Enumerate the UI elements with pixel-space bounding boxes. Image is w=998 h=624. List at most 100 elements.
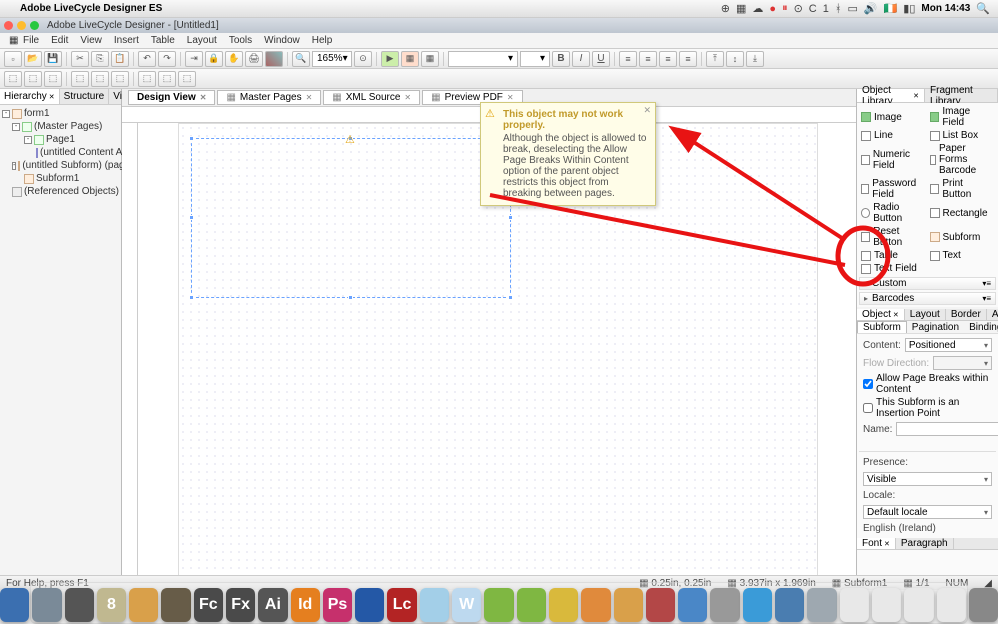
dock-app-icon[interactable] — [904, 588, 933, 622]
spotlight-icon[interactable]: 🔍 — [976, 2, 990, 15]
dock-app-icon[interactable] — [355, 588, 384, 622]
new-button[interactable]: ▫ — [4, 51, 22, 67]
dock-app-icon[interactable] — [807, 588, 836, 622]
lib-barcode[interactable]: Paper Forms Barcode — [928, 142, 997, 177]
tree-item[interactable]: -(Master Pages) — [2, 120, 119, 133]
menu-table[interactable]: Table — [146, 35, 180, 46]
valign-top-button[interactable]: ⤒ — [706, 51, 724, 67]
warning-icon[interactable]: ⚠ — [345, 133, 355, 146]
bold-button[interactable]: B — [552, 51, 570, 67]
align-right-button[interactable]: ≡ — [659, 51, 677, 67]
copy-button[interactable]: ⎘ — [91, 51, 109, 67]
menu-insert[interactable]: Insert — [109, 35, 144, 46]
dock-app-icon[interactable] — [517, 588, 546, 622]
tree-item[interactable]: -form1 — [2, 107, 119, 120]
tab-border[interactable]: Border — [946, 309, 987, 320]
italic-button[interactable]: I — [572, 51, 590, 67]
locale-select[interactable]: Default locale▾ — [863, 505, 992, 519]
valign-mid-button[interactable]: ↕ — [726, 51, 744, 67]
dock-app-icon[interactable] — [710, 588, 739, 622]
toolbar2-btn[interactable]: ⬚ — [24, 71, 42, 87]
redo-button[interactable]: ↷ — [158, 51, 176, 67]
expand-icon[interactable]: - — [12, 162, 16, 170]
lib-text[interactable]: Text — [928, 249, 997, 262]
menu-extra-icon[interactable]: ● — [769, 3, 776, 15]
dock-app-icon[interactable]: Lc — [387, 588, 416, 622]
content-select[interactable]: Positioned▾ — [905, 338, 992, 352]
menu-window[interactable]: Window — [259, 35, 305, 46]
dock-app-icon[interactable] — [937, 588, 966, 622]
toolbar2-btn[interactable]: ⬚ — [91, 71, 109, 87]
close-icon[interactable]: ✕ — [404, 93, 411, 102]
align-center-button[interactable]: ≡ — [639, 51, 657, 67]
close-window-button[interactable] — [4, 21, 13, 30]
lib-table[interactable]: Table — [859, 249, 928, 262]
minimize-window-button[interactable] — [17, 21, 26, 30]
font-size-combo[interactable]: ▾ — [520, 51, 550, 67]
tree-item[interactable]: (Referenced Objects) — [2, 185, 119, 198]
presence-select[interactable]: Visible▾ — [863, 472, 992, 486]
open-button[interactable]: 📂 — [24, 51, 42, 67]
lib-cat-barcodes[interactable]: ▸Barcodes▾≡ — [859, 292, 996, 305]
display-icon[interactable]: ▭ — [847, 2, 857, 15]
toolbar2-btn[interactable]: ⬚ — [4, 71, 22, 87]
subtab-subform[interactable]: Subform — [857, 321, 907, 333]
resize-handle[interactable] — [189, 295, 194, 300]
valign-bot-button[interactable]: ⤓ — [746, 51, 764, 67]
dock-app-icon[interactable] — [129, 588, 158, 622]
lib-numeric[interactable]: Numeric Field — [859, 142, 928, 177]
dock-app-icon[interactable]: Fc — [194, 588, 223, 622]
lib-subform[interactable]: Subform — [928, 225, 997, 249]
lib-password[interactable]: Password Field — [859, 177, 928, 201]
menu-tools[interactable]: Tools — [224, 35, 257, 46]
lib-text-field[interactable]: Text Field — [859, 262, 928, 275]
lib-print-button[interactable]: Print Button — [928, 177, 997, 201]
lib-cat-custom[interactable]: ▸Custom▾≡ — [859, 277, 996, 290]
menu-layout[interactable]: Layout — [182, 35, 222, 46]
flag-icon[interactable]: 🇮🇪 — [884, 2, 898, 15]
insertion-point-checkbox[interactable] — [863, 403, 873, 413]
dock-app-icon[interactable] — [646, 588, 675, 622]
tab-object-library[interactable]: Object Library ✕ — [857, 89, 925, 102]
dock-app-icon[interactable] — [678, 588, 707, 622]
insertion-point-check[interactable]: This Subform is an Insertion Point — [859, 396, 996, 420]
menu-icon[interactable]: ▾≡ — [982, 294, 991, 303]
tree-item[interactable]: (untitled Content Area) — [2, 146, 119, 159]
tab-font[interactable]: Font ✕ — [857, 538, 896, 549]
menu-view[interactable]: View — [75, 35, 107, 46]
expand-icon[interactable]: - — [12, 123, 20, 131]
save-button[interactable]: 💾 — [44, 51, 62, 67]
dock-app-icon[interactable]: Fx — [226, 588, 255, 622]
dock-app-icon[interactable]: 8 — [97, 588, 126, 622]
toolbar2-btn[interactable]: ⬚ — [71, 71, 89, 87]
tab-fragment-library[interactable]: Fragment Library — [925, 89, 998, 102]
menu-edit[interactable]: Edit — [46, 35, 73, 46]
menu-file[interactable]: File — [18, 35, 44, 46]
close-icon[interactable]: ✕ — [643, 105, 651, 116]
dock-app-icon[interactable] — [743, 588, 772, 622]
dock-app-icon[interactable]: Ps — [323, 588, 352, 622]
lib-radio[interactable]: Radio Button — [859, 201, 928, 225]
paste-button[interactable]: 📋 — [111, 51, 129, 67]
battery-icon[interactable]: ▮▯ — [903, 2, 915, 15]
dock-app-icon[interactable] — [484, 588, 513, 622]
resize-handle[interactable] — [189, 215, 194, 220]
dock-app-icon[interactable] — [32, 588, 61, 622]
dock-app-icon[interactable] — [65, 588, 94, 622]
toolbar2-btn[interactable]: ⬚ — [111, 71, 129, 87]
status-resize-icon[interactable]: ◢ — [984, 578, 992, 589]
lib-reset[interactable]: Reset Button — [859, 225, 928, 249]
lib-image-field[interactable]: Image Field — [928, 105, 997, 129]
tab-object[interactable]: Object ✕ — [857, 309, 905, 320]
resize-handle[interactable] — [508, 295, 513, 300]
print-button[interactable]: 🖨 — [245, 51, 263, 67]
dock-app-icon[interactable] — [969, 588, 998, 622]
zoom-fit-button[interactable]: ⊙ — [354, 51, 372, 67]
dock-app-icon[interactable] — [840, 588, 869, 622]
menu-extra-icon[interactable]: ▦ — [736, 2, 746, 15]
underline-button[interactable]: U — [592, 51, 610, 67]
hand-button[interactable]: ✋ — [225, 51, 243, 67]
action3-button[interactable]: ▦ — [421, 51, 439, 67]
toolbar2-btn[interactable]: ⬚ — [138, 71, 156, 87]
tab-xml-source[interactable]: ▦XML Source✕ — [323, 90, 420, 105]
